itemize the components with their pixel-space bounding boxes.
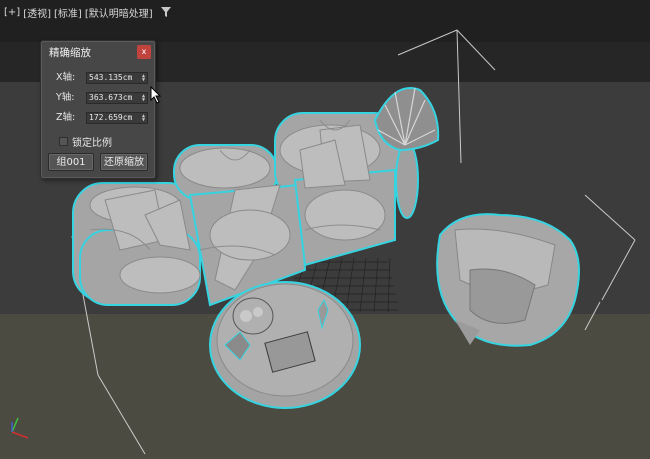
lock-ratio-checkbox[interactable]	[59, 136, 68, 146]
x-axis-value: 543.135cm	[89, 73, 133, 82]
z-axis-value: 172.659cm	[89, 113, 133, 122]
x-axis-row: X轴: 543.135cm ▲ ▼	[41, 71, 155, 85]
z-axis-spinner[interactable]: ▲ ▼	[142, 114, 145, 123]
x-axis-spinner[interactable]: ▲ ▼	[142, 74, 145, 83]
z-axis-label: Z轴:	[56, 112, 76, 123]
z-axis-row: Z轴: 172.659cm ▲ ▼	[41, 111, 155, 125]
y-axis-input[interactable]: 363.673cm ▲ ▼	[86, 92, 148, 104]
dialog-title: 精确缩放	[49, 47, 91, 59]
close-button[interactable]: x	[137, 45, 151, 59]
lock-ratio-label: 锁定比例	[72, 137, 112, 149]
reset-scale-button[interactable]: 还原缩放	[100, 153, 148, 171]
viewport-menu-shading[interactable]: [默认明暗处理]	[85, 5, 153, 20]
viewport-label-bar[interactable]: [+] [透视] [标准] [默认明暗处理]	[4, 4, 172, 20]
filter-icon[interactable]	[160, 6, 172, 18]
z-axis-input[interactable]: 172.659cm ▲ ▼	[86, 112, 148, 124]
viewport-menu-plus[interactable]: [+]	[4, 7, 20, 18]
y-axis-label: Y轴:	[56, 92, 75, 103]
precise-scale-dialog: 精确缩放 x X轴: 543.135cm ▲ ▼ Y轴: 363.673cm ▲ ▼…	[40, 40, 156, 179]
mouse-cursor-icon	[150, 86, 162, 104]
coffee-table-model	[209, 281, 361, 409]
y-axis-row: Y轴: 363.673cm ▲ ▼	[41, 91, 155, 105]
x-axis-label: X轴:	[56, 72, 76, 83]
x-axis-input[interactable]: 543.135cm ▲ ▼	[86, 72, 148, 84]
viewport-menu-standard[interactable]: [标准]	[54, 5, 82, 20]
y-axis-spinner[interactable]: ▲ ▼	[142, 94, 145, 103]
y-axis-value: 363.673cm	[89, 93, 133, 102]
viewport-menu-perspective[interactable]: [透视]	[23, 5, 51, 20]
lock-ratio-row: 锁定比例	[59, 134, 112, 149]
group-button[interactable]: 组001	[48, 153, 94, 171]
3d-viewport[interactable]: [+] [透视] [标准] [默认明暗处理] 精确缩放 x X轴: 543.13…	[0, 0, 650, 459]
